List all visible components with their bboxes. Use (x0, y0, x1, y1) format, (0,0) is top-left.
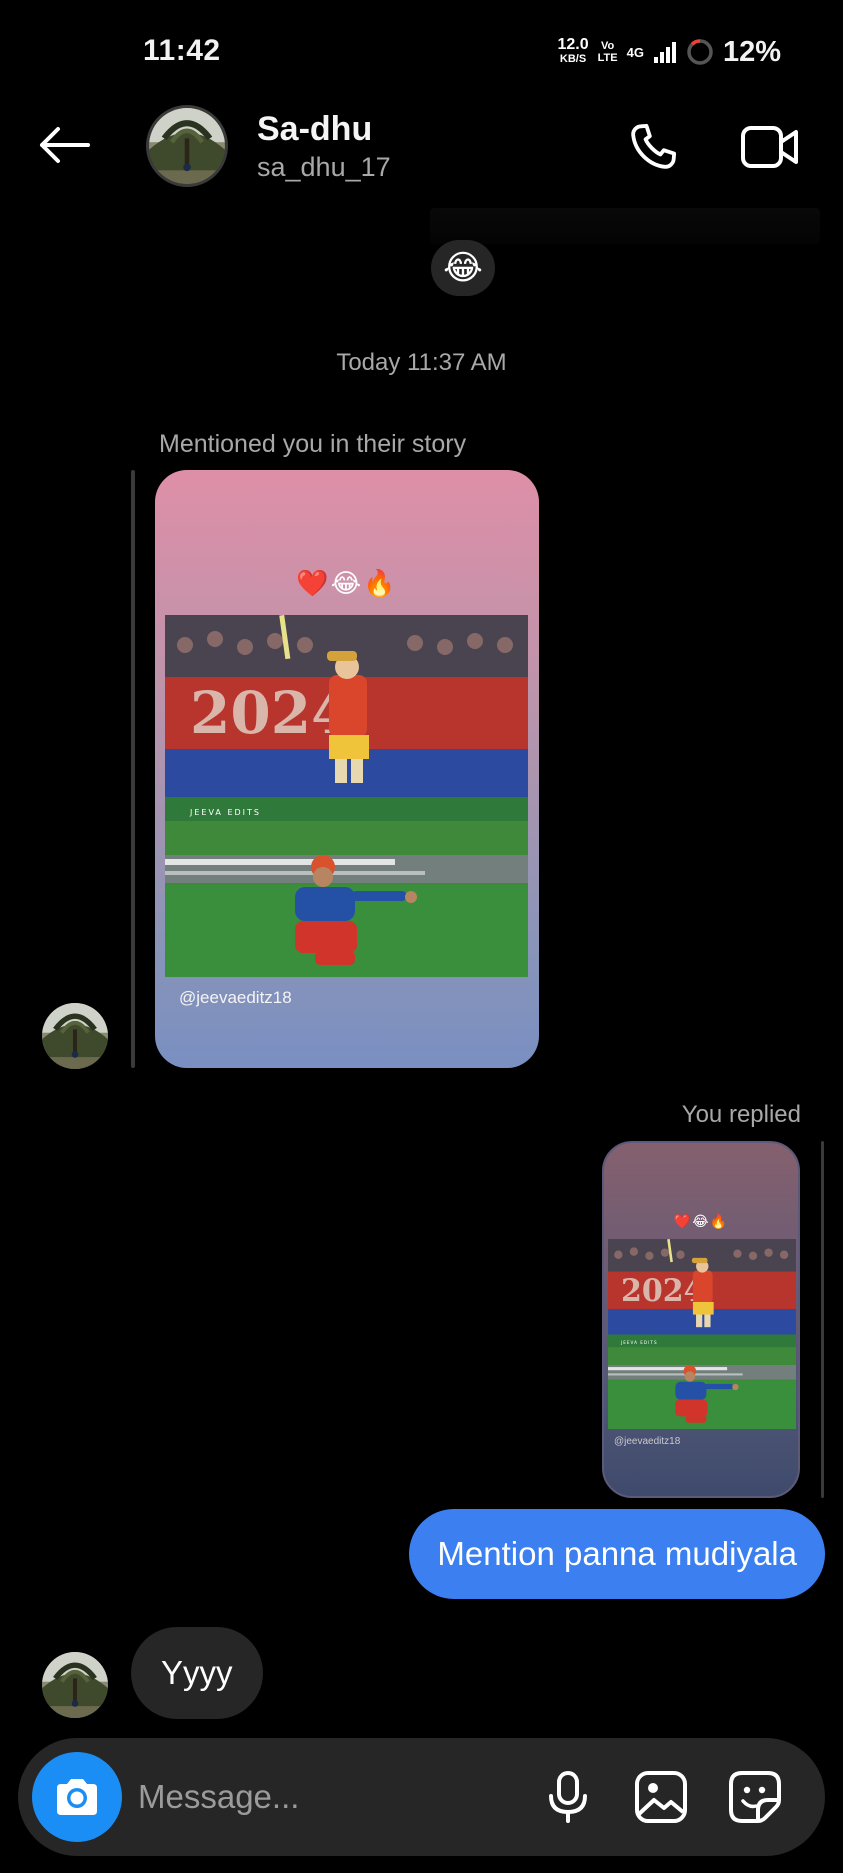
camera-icon (57, 1779, 97, 1815)
volte-indicator: Vo LTE (597, 40, 618, 64)
network-type: 4G (626, 44, 644, 60)
avatar-image (149, 108, 225, 184)
story-mention-card[interactable]: ❤️😂🔥 @jeevaeditz18 (155, 470, 539, 1068)
message-composer (18, 1738, 825, 1856)
network-speed: 12.0 KB/S (557, 36, 589, 66)
reply-caption: You replied (681, 1101, 801, 1128)
gallery-button[interactable] (630, 1766, 692, 1828)
story-emojis: ❤️😂🔥 (296, 568, 398, 598)
voice-call-button[interactable] (618, 114, 688, 180)
back-arrow-icon (40, 127, 90, 163)
sender-avatar[interactable] (42, 1652, 108, 1718)
network-speed-unit: KB/S (559, 53, 587, 65)
message-input[interactable] (138, 1762, 438, 1832)
reply-story-emojis: ❤️😂🔥 (673, 1213, 729, 1229)
contact-username[interactable]: sa_dhu_17 (257, 152, 391, 183)
status-time: 11:42 (143, 34, 221, 67)
sticker-button[interactable] (724, 1766, 786, 1828)
voice-message-button[interactable] (538, 1766, 598, 1828)
microphone-icon (549, 1771, 587, 1823)
story-mention-bar (131, 470, 135, 1068)
battery-percentage: 12% (722, 35, 781, 68)
story-credit: @jeevaeditz18 (179, 988, 292, 1007)
previous-message-edge (430, 208, 820, 244)
status-indicators: 12.0 KB/S Vo LTE 4G 12% (557, 32, 781, 72)
signal-icon (653, 42, 676, 63)
gallery-icon (635, 1771, 687, 1823)
battery-icon (687, 39, 713, 65)
back-button[interactable] (34, 120, 94, 170)
video-call-button[interactable] (732, 114, 808, 180)
status-bar: 11:42 12.0 KB/S Vo LTE 4G 12% (0, 0, 843, 100)
message-timestamp: Today 11:37 AM (336, 349, 507, 376)
sender-avatar[interactable] (42, 1003, 108, 1069)
camera-button[interactable] (32, 1752, 122, 1842)
avatar-image (42, 1003, 108, 1069)
avatar-image (42, 1652, 108, 1718)
story-image (165, 615, 528, 977)
video-camera-icon (741, 126, 798, 168)
contact-avatar[interactable] (146, 105, 228, 187)
incoming-message[interactable]: Yyyy (131, 1627, 263, 1719)
outgoing-message[interactable]: Mention panna mudiyala (409, 1509, 825, 1599)
replied-story-card[interactable]: ❤️😂🔥 @jeevaeditz18 (602, 1141, 800, 1498)
reply-story-image (608, 1239, 796, 1429)
emoji-message[interactable]: 😂 (431, 240, 495, 296)
chat-header: Sa-dhu sa_dhu_17 (0, 100, 843, 210)
sticker-icon (729, 1771, 781, 1823)
contact-name[interactable]: Sa-dhu (257, 110, 372, 149)
reply-story-credit: @jeevaeditz18 (614, 1436, 681, 1447)
reply-bar (821, 1141, 824, 1498)
network-speed-value: 12.0 (557, 36, 589, 53)
phone-icon (631, 123, 677, 169)
story-mention-caption: Mentioned you in their story (159, 430, 467, 458)
